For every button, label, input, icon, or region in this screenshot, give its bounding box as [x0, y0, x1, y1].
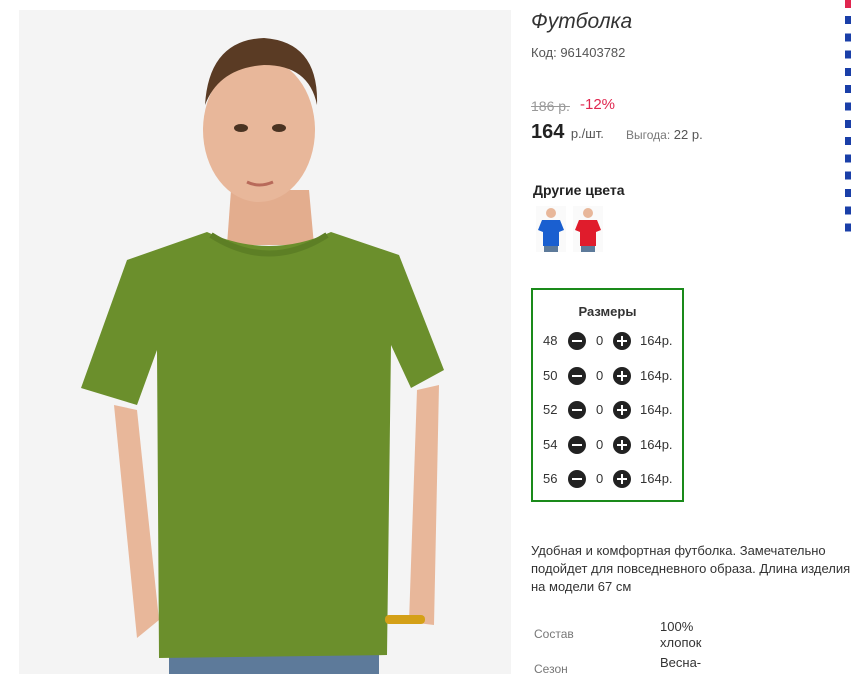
spec-value-season: Весна-	[660, 655, 702, 670]
size-row: 54 0 164р.	[543, 435, 683, 455]
spec-label-composition: Состав	[534, 627, 574, 641]
size-price: 164р.	[640, 402, 673, 417]
quantity-value: 0	[596, 437, 604, 452]
sizes-heading: Размеры	[578, 304, 637, 319]
benefit: Выгода: 22 р.	[626, 127, 703, 142]
increase-icon[interactable]	[613, 367, 631, 385]
product-code: Код: 961403782	[531, 45, 626, 60]
decrease-icon[interactable]	[568, 367, 586, 385]
size-row: 52 0 164р.	[543, 400, 683, 420]
increase-icon[interactable]	[613, 470, 631, 488]
size-label: 56	[543, 471, 558, 486]
price-value: 164	[531, 121, 565, 143]
size-price: 164р.	[640, 368, 673, 383]
increase-icon[interactable]	[613, 436, 631, 454]
size-price: 164р.	[640, 437, 673, 452]
quantity-value: 0	[596, 368, 604, 383]
size-price: 164р.	[640, 333, 673, 348]
price-unit: р./шт.	[570, 126, 604, 141]
discount-badge: -12%	[580, 96, 616, 113]
size-label: 52	[543, 402, 558, 417]
spec-value-composition: 100% хлопок	[660, 619, 702, 650]
color-swatch-red[interactable]	[573, 206, 603, 252]
sizes-panel: Размеры 48 0 164р. 50 0 164р. 52 0 164р.…	[531, 288, 684, 502]
decrease-icon[interactable]	[568, 436, 586, 454]
clipped-menu-links[interactable]	[845, 12, 851, 237]
size-row: 48 0 164р.	[543, 331, 683, 351]
product-description: Удобная и комфортная футболка. Замечател…	[531, 543, 851, 594]
benefit-label: Выгода:	[626, 128, 671, 142]
clipped-menu-marker	[845, 0, 851, 8]
color-swatch-blue[interactable]	[536, 206, 566, 252]
size-label: 48	[543, 333, 558, 348]
increase-icon[interactable]	[613, 332, 631, 350]
quantity-value: 0	[596, 471, 604, 486]
product-image[interactable]	[19, 10, 511, 674]
quantity-value: 0	[596, 333, 604, 348]
other-colors-heading: Другие цвета	[533, 182, 625, 198]
product-title: Футболка	[531, 10, 633, 33]
benefit-value: 22 р.	[673, 127, 703, 142]
increase-icon[interactable]	[613, 401, 631, 419]
size-row: 56 0 164р.	[543, 469, 683, 489]
size-label: 54	[543, 437, 558, 452]
old-price: 186 р.	[531, 98, 570, 114]
decrease-icon[interactable]	[568, 332, 586, 350]
quantity-value: 0	[596, 402, 604, 417]
size-row: 50 0 164р.	[543, 366, 683, 386]
decrease-icon[interactable]	[568, 470, 586, 488]
size-label: 50	[543, 368, 558, 383]
size-price: 164р.	[640, 471, 673, 486]
current-price: 164 р./шт.	[531, 121, 604, 144]
clipped-side-menu	[845, 0, 851, 240]
decrease-icon[interactable]	[568, 401, 586, 419]
